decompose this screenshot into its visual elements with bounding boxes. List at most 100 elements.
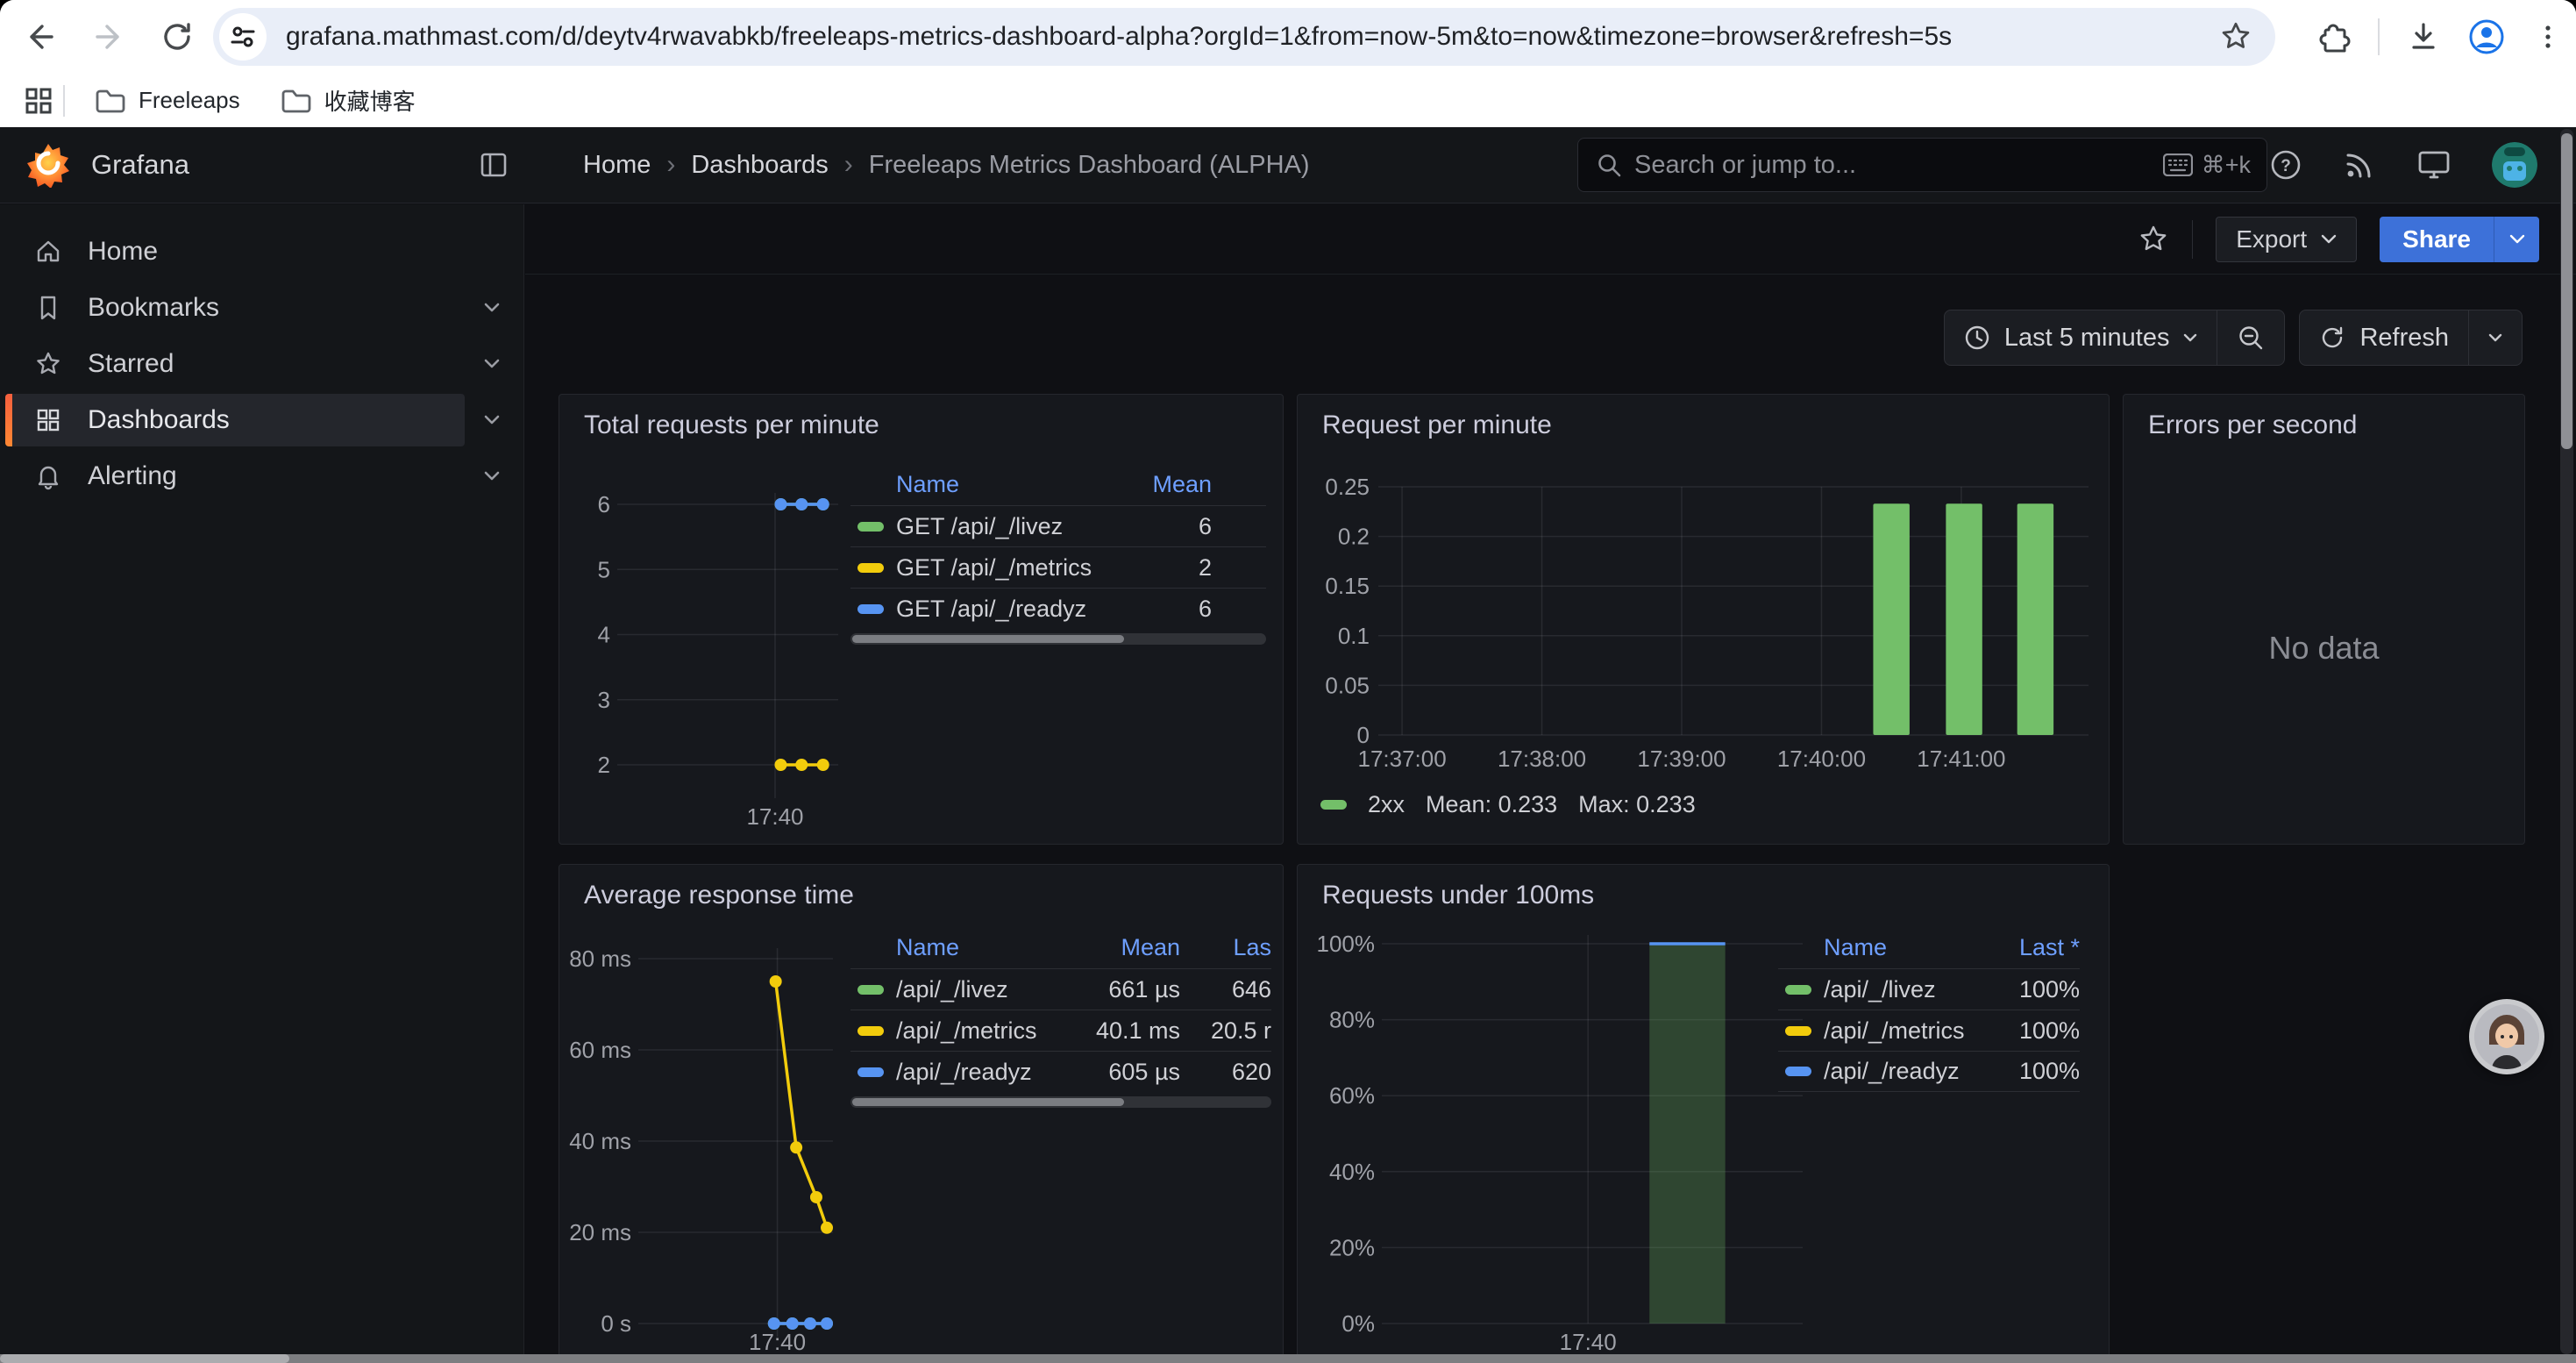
- floating-assistant-avatar[interactable]: [2469, 999, 2544, 1074]
- svg-text:0.15: 0.15: [1325, 573, 1370, 599]
- sidebar-item-home[interactable]: Home: [5, 225, 465, 278]
- sidebar-item-alerting[interactable]: Alerting: [5, 450, 465, 503]
- chart-request-per-minute[interactable]: 0.250.20.150.10.05017:37:0017:38:0017:39…: [1298, 395, 2109, 844]
- legend-column-header[interactable]: Name: [1778, 934, 1983, 961]
- bookmark-page-button[interactable]: [2219, 20, 2252, 54]
- legend-scrollbar[interactable]: [850, 633, 1266, 645]
- chevron-down-icon[interactable]: [479, 302, 505, 314]
- legend-row[interactable]: /api/_/metrics40.1 ms20.5 r: [850, 1010, 1271, 1051]
- legend-column-header[interactable]: Name: [850, 934, 1075, 961]
- horizontal-scrollbar-track[interactable]: [0, 1354, 2576, 1363]
- breadcrumb-dashboards[interactable]: Dashboards: [691, 151, 828, 180]
- chevron-down-icon[interactable]: [479, 414, 505, 426]
- legend-column-header[interactable]: Last *: [1983, 934, 2080, 961]
- svg-text:0.25: 0.25: [1325, 474, 1370, 500]
- search-placeholder: Search or jump to...: [1634, 151, 2163, 180]
- header-actions: ?: [2269, 127, 2537, 203]
- legend-column-header[interactable]: Mean: [1075, 934, 1180, 961]
- help-button[interactable]: ?: [2269, 148, 2302, 182]
- downloads-button[interactable]: [2406, 19, 2441, 54]
- sidebar-item-starred[interactable]: Starred: [5, 338, 465, 390]
- legend-row[interactable]: /api/_/metrics100%: [1778, 1010, 2080, 1051]
- forward-arrow-icon: [91, 19, 126, 54]
- legend-column-header[interactable]: Name: [850, 471, 1128, 498]
- star-outline-icon: [2138, 224, 2169, 255]
- share-button[interactable]: Share: [2380, 217, 2494, 262]
- export-button[interactable]: Export: [2216, 217, 2357, 262]
- help-icon: ?: [2269, 148, 2302, 182]
- search-input[interactable]: Search or jump to... ⌘+k: [1577, 138, 2267, 192]
- panel-average-response-time[interactable]: Average response time 80 ms60 ms40 ms20 …: [559, 864, 1284, 1363]
- share-options-button[interactable]: [2494, 217, 2539, 262]
- series-value: 6: [1128, 513, 1212, 540]
- browser-menu-button[interactable]: [2532, 21, 2564, 53]
- bookmark-star-icon: [2219, 20, 2252, 54]
- panel-total-requests[interactable]: Total requests per minute 6543217:40 Nam…: [559, 394, 1284, 845]
- news-button[interactable]: [2343, 148, 2376, 182]
- sidebar-item-bookmarks[interactable]: Bookmarks: [5, 282, 465, 334]
- back-button[interactable]: [18, 14, 63, 60]
- grafana-brand[interactable]: Grafana: [26, 142, 189, 188]
- bell-icon: [33, 462, 63, 490]
- profile-button[interactable]: [2467, 18, 2506, 56]
- dock-menu-icon: [479, 150, 509, 180]
- kiosk-button[interactable]: [2416, 148, 2451, 182]
- legend-row[interactable]: GET /api/_/livez6: [850, 505, 1266, 546]
- svg-text:0%: 0%: [1341, 1310, 1375, 1337]
- forward-button[interactable]: [86, 14, 132, 60]
- breadcrumb-separator: ›: [666, 150, 675, 180]
- bookmark-folder-blogs[interactable]: 收藏博客: [267, 77, 430, 124]
- keyboard-icon: [2163, 153, 2193, 176]
- apps-button[interactable]: [23, 85, 54, 117]
- no-data-message: No data: [2124, 395, 2524, 844]
- svg-text:?: ?: [2281, 157, 2291, 175]
- legend-row[interactable]: /api/_/readyz100%: [1778, 1051, 2080, 1092]
- subheader-separator: [2192, 220, 2193, 259]
- legend-row[interactable]: /api/_/livez100%: [1778, 968, 2080, 1010]
- series-color-dash: [857, 1026, 884, 1036]
- url-text[interactable]: grafana.mathmast.com/d/deytv4rwavabkb/fr…: [286, 22, 2219, 52]
- horizontal-scrollbar-thumb[interactable]: [0, 1354, 289, 1363]
- svg-text:17:40: 17:40: [1560, 1329, 1617, 1355]
- time-range-picker[interactable]: Last 5 minutes: [1945, 310, 2217, 365]
- grafana-header: Grafana Home › Dashboards › Freeleaps Me…: [0, 127, 2576, 203]
- active-indicator: [5, 394, 12, 446]
- refresh-interval-button[interactable]: [2469, 310, 2522, 365]
- star-dashboard-button[interactable]: [2138, 224, 2169, 255]
- panel-requests-under-100ms[interactable]: Requests under 100ms 100%80%60%40%20%0%1…: [1297, 864, 2110, 1363]
- legend-scrollbar[interactable]: [850, 1096, 1271, 1108]
- legend-row[interactable]: /api/_/livez661 µs646: [850, 968, 1271, 1010]
- panel-request-per-minute[interactable]: Request per minute 0.250.20.150.10.05017…: [1297, 394, 2110, 845]
- panel-errors-per-second[interactable]: Errors per second No data: [2123, 394, 2525, 845]
- site-settings-button[interactable]: [219, 13, 267, 61]
- zoom-out-button[interactable]: [2217, 310, 2284, 365]
- legend-inline[interactable]: 2xx Mean: 0.233 Max: 0.233: [1320, 791, 1696, 818]
- svg-text:17:40: 17:40: [749, 1329, 806, 1355]
- sidebar-item-label: Dashboards: [88, 405, 465, 435]
- breadcrumb-home[interactable]: Home: [583, 151, 651, 180]
- extensions-button[interactable]: [2316, 19, 2352, 54]
- sidebar-item-dashboards[interactable]: Dashboards: [5, 394, 465, 446]
- chevron-down-icon: [2488, 333, 2502, 343]
- legend-row[interactable]: GET /api/_/readyz6: [850, 588, 1266, 629]
- chevron-down-icon[interactable]: [479, 358, 505, 370]
- legend-row[interactable]: GET /api/_/metrics2: [850, 546, 1266, 588]
- time-controls: Last 5 minutes Refresh: [1944, 310, 2523, 366]
- back-arrow-icon: [23, 19, 58, 54]
- chevron-down-icon: [2183, 333, 2197, 343]
- svg-text:5: 5: [598, 556, 610, 582]
- chevron-down-icon[interactable]: [479, 470, 505, 482]
- series-value: 100%: [1983, 1017, 2080, 1045]
- legend-column-header[interactable]: Mean: [1128, 471, 1212, 498]
- dock-menu-button[interactable]: [479, 150, 509, 180]
- bookmark-folder-freeleaps[interactable]: Freeleaps: [81, 80, 254, 121]
- refresh-button[interactable]: Refresh: [2300, 310, 2468, 365]
- user-avatar[interactable]: [2492, 142, 2537, 188]
- vertical-scrollbar-thumb[interactable]: [2561, 133, 2572, 449]
- address-bar[interactable]: grafana.mathmast.com/d/deytv4rwavabkb/fr…: [213, 8, 2275, 66]
- legend-row[interactable]: /api/_/readyz605 µs620: [850, 1051, 1271, 1092]
- legend-column-header[interactable]: Las: [1180, 934, 1271, 961]
- series-value: 646: [1180, 976, 1271, 1003]
- reload-button[interactable]: [154, 14, 200, 60]
- assistant-avatar-image: [2474, 1004, 2539, 1069]
